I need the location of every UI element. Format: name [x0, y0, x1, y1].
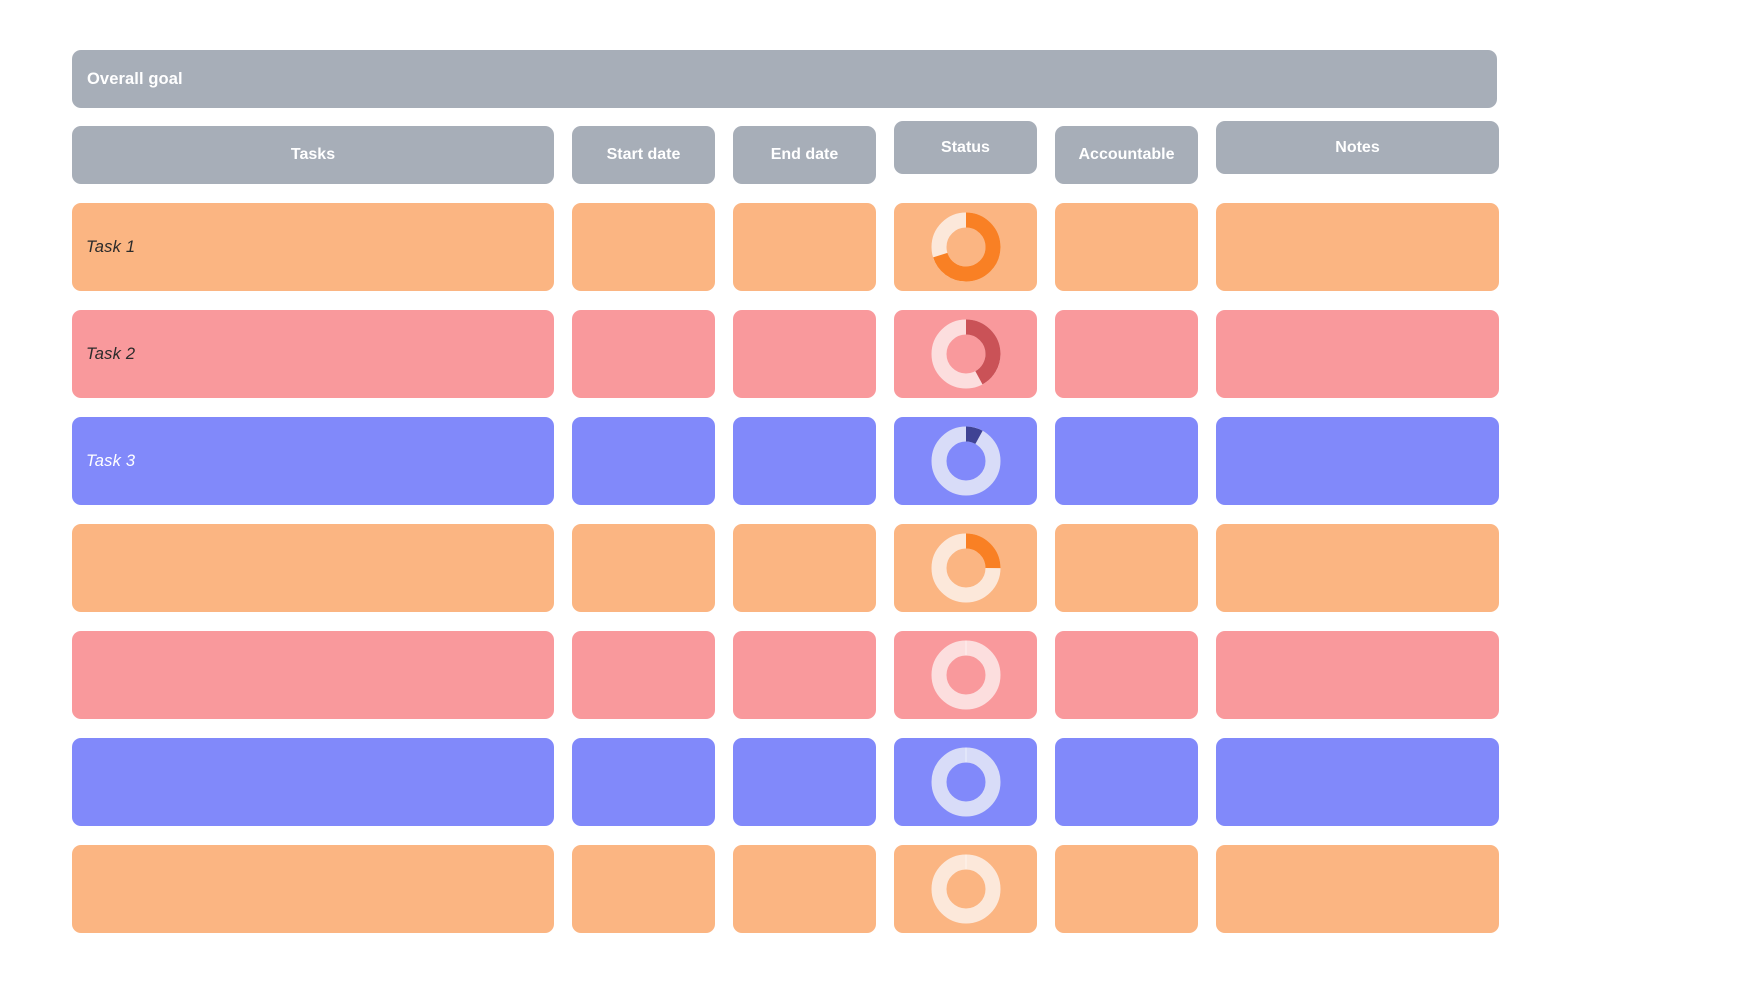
column-header-end-date[interactable]: End date	[733, 126, 876, 184]
cell-start-date[interactable]	[572, 310, 715, 398]
overall-goal-banner[interactable]: Overall goal	[72, 50, 1497, 108]
task-name-label: Task 2	[86, 344, 136, 363]
cell-accountable[interactable]	[1055, 738, 1198, 826]
table-row	[72, 738, 1499, 826]
cell-start-date[interactable]	[572, 631, 715, 719]
table-header-row: Tasks Start date End date Status Accountable…	[72, 121, 1499, 184]
cell-end-date[interactable]	[733, 417, 876, 505]
status-donut-chart	[931, 319, 1000, 389]
column-header-label: Status	[941, 138, 990, 156]
table-row: Task 2	[72, 310, 1499, 398]
status-donut-track	[931, 640, 1000, 710]
cell-status[interactable]	[894, 845, 1037, 933]
table-row: Task 1	[72, 203, 1499, 291]
task-name-label: Task 3	[86, 451, 136, 470]
cell-end-date[interactable]	[733, 524, 876, 612]
cell-start-date[interactable]	[572, 845, 715, 933]
cell-end-date[interactable]	[733, 738, 876, 826]
table-body: Task 1 Task 2 Task 3	[72, 203, 1499, 933]
task-name-label: Task 1	[86, 237, 136, 256]
cell-notes[interactable]	[1216, 738, 1499, 826]
cell-end-date[interactable]	[733, 845, 876, 933]
status-donut-track	[931, 854, 1000, 924]
status-donut-chart	[931, 640, 1000, 710]
cell-notes[interactable]	[1216, 203, 1499, 291]
cell-status[interactable]	[894, 417, 1037, 505]
column-header-tasks[interactable]: Tasks	[72, 126, 554, 184]
column-header-label: Start date	[606, 146, 681, 163]
project-tracker-sheet: Overall goal Tasks Start date End date Stat…	[72, 50, 1499, 933]
column-header-label: Accountable	[1078, 146, 1175, 163]
cell-start-date[interactable]	[572, 738, 715, 826]
cell-status[interactable]	[894, 310, 1037, 398]
cell-end-date[interactable]	[733, 631, 876, 719]
cell-start-date[interactable]	[572, 417, 715, 505]
cell-status[interactable]	[894, 524, 1037, 612]
column-header-label: Notes	[1335, 138, 1380, 156]
cell-start-date[interactable]	[572, 203, 715, 291]
cell-accountable[interactable]	[1055, 203, 1198, 291]
cell-tasks[interactable]: Task 1	[72, 203, 554, 291]
column-header-notes[interactable]: Notes	[1216, 121, 1499, 174]
table-row	[72, 524, 1499, 612]
cell-accountable[interactable]	[1055, 310, 1198, 398]
table-row	[72, 631, 1499, 719]
column-header-start-date[interactable]: Start date	[572, 126, 715, 184]
column-header-status[interactable]: Status	[894, 121, 1037, 174]
column-header-accountable[interactable]: Accountable	[1055, 126, 1198, 184]
status-donut-track	[931, 747, 1000, 817]
cell-end-date[interactable]	[733, 310, 876, 398]
cell-accountable[interactable]	[1055, 845, 1198, 933]
cell-notes[interactable]	[1216, 417, 1499, 505]
cell-status[interactable]	[894, 203, 1037, 291]
cell-tasks[interactable]: Task 3	[72, 417, 554, 505]
overall-goal-label: Overall goal	[87, 69, 183, 88]
status-donut-chart	[931, 212, 1000, 282]
cell-notes[interactable]	[1216, 524, 1499, 612]
cell-status[interactable]	[894, 738, 1037, 826]
cell-accountable[interactable]	[1055, 417, 1198, 505]
status-donut-chart	[931, 854, 1000, 924]
table-row: Task 3	[72, 417, 1499, 505]
table-row	[72, 845, 1499, 933]
cell-notes[interactable]	[1216, 845, 1499, 933]
cell-tasks[interactable]	[72, 845, 554, 933]
status-donut-chart	[931, 426, 1000, 496]
column-header-label: End date	[770, 146, 839, 163]
cell-tasks[interactable]	[72, 738, 554, 826]
status-donut-track	[931, 426, 1000, 496]
cell-notes[interactable]	[1216, 631, 1499, 719]
cell-tasks[interactable]	[72, 524, 554, 612]
column-header-label: Tasks	[290, 146, 336, 163]
cell-status[interactable]	[894, 631, 1037, 719]
cell-accountable[interactable]	[1055, 631, 1198, 719]
cell-notes[interactable]	[1216, 310, 1499, 398]
cell-tasks[interactable]: Task 2	[72, 310, 554, 398]
cell-start-date[interactable]	[572, 524, 715, 612]
status-donut-chart	[931, 533, 1000, 603]
cell-tasks[interactable]	[72, 631, 554, 719]
cell-accountable[interactable]	[1055, 524, 1198, 612]
cell-end-date[interactable]	[733, 203, 876, 291]
status-donut-chart	[931, 747, 1000, 817]
